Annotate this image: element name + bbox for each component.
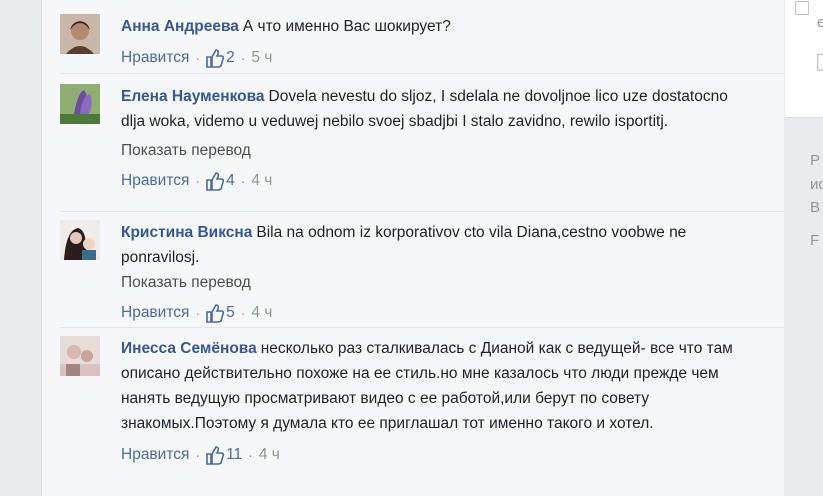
edge-text: Р	[810, 152, 821, 169]
comment-divider	[60, 73, 784, 74]
avatar-image-icon	[60, 336, 100, 376]
comment-text: Анна Андреева А что именно Вас шокирует?	[121, 14, 776, 39]
comment-actions: Нравится · 11 · 4 ч	[121, 442, 737, 468]
show-translation-link[interactable]: Показать перевод	[121, 270, 741, 296]
comment-3: Кристина Виксна Bila na odnom iz korporat…	[60, 220, 776, 330]
separator-dot: ·	[240, 173, 246, 189]
checkbox-icon[interactable]	[795, 1, 809, 15]
comment-divider	[60, 211, 784, 212]
comment-2: Елена Науменкова Dovela nevestu do sljoz,…	[60, 84, 776, 214]
like-button[interactable]: Нравится	[121, 300, 189, 326]
avatar-image-icon	[60, 220, 100, 260]
scroll-handle-icon[interactable]: ▯	[815, 48, 823, 74]
comment-body: А что именно Вас шокирует?	[242, 18, 451, 35]
edge-text: В	[810, 199, 821, 216]
show-translation-link[interactable]: Показать перевод	[121, 138, 749, 164]
comment-time[interactable]: 4 ч	[259, 442, 280, 468]
right-column-card: е ▯	[785, 0, 823, 118]
separator-dot: ·	[195, 173, 201, 189]
edge-text: F	[810, 232, 820, 249]
avatar[interactable]	[60, 336, 100, 376]
thumbs-up-icon[interactable]	[206, 303, 225, 323]
comment-divider	[60, 327, 784, 328]
thumbs-up-icon[interactable]	[206, 48, 225, 68]
like-count[interactable]: 4	[226, 168, 235, 194]
comment-time[interactable]: 4 ч	[251, 168, 272, 194]
edge-text: е	[817, 14, 823, 31]
avatar-image-icon	[60, 14, 100, 54]
comment-actions: Нравится · 2 · 5 ч	[121, 45, 776, 71]
separator-dot: ·	[240, 50, 246, 66]
comment-time[interactable]: 4 ч	[251, 300, 272, 326]
separator-dot: ·	[248, 447, 253, 463]
comment-text: Кристина Виксна Bila na odnom iz korporat…	[121, 220, 741, 270]
thumbs-up-icon[interactable]	[206, 445, 225, 465]
comment-actions: Нравится · 4 · 4 ч	[121, 168, 749, 194]
comment-actions: Нравится · 5 · 4 ч	[121, 300, 741, 326]
comment-text: Елена Науменкова Dovela nevestu do sljoz,…	[121, 84, 749, 134]
comment-author[interactable]: Кристина Виксна	[121, 224, 252, 241]
like-button[interactable]: Нравится	[121, 45, 189, 71]
thumbs-up-icon[interactable]	[206, 171, 225, 191]
comments-panel: Анна Андреева А что именно Вас шокирует? …	[41, 0, 785, 496]
avatar[interactable]	[60, 14, 100, 54]
separator-dot: ·	[195, 305, 201, 321]
comment-time[interactable]: 5 ч	[251, 45, 272, 71]
comment-author[interactable]: Елена Науменкова	[121, 88, 265, 105]
like-button[interactable]: Нравится	[121, 442, 189, 468]
comment-author[interactable]: Анна Андреева	[121, 18, 239, 35]
comment-author[interactable]: Инесса Семёнова	[121, 340, 257, 357]
like-count[interactable]: 2	[226, 45, 235, 71]
separator-dot: ·	[195, 50, 201, 66]
edge-text: ис	[810, 176, 823, 193]
like-count[interactable]: 5	[226, 300, 235, 326]
like-button[interactable]: Нравится	[121, 168, 189, 194]
avatar[interactable]	[60, 84, 100, 124]
like-count[interactable]: 11	[226, 442, 242, 468]
comment-text: Инесса Семёнова несколько раз сталкивалас…	[121, 336, 737, 436]
separator-dot: ·	[240, 305, 246, 321]
avatar[interactable]	[60, 220, 100, 260]
separator-dot: ·	[195, 447, 201, 463]
avatar-image-icon	[60, 84, 100, 124]
comment-4: Инесса Семёнова несколько раз сталкивалас…	[60, 336, 776, 486]
